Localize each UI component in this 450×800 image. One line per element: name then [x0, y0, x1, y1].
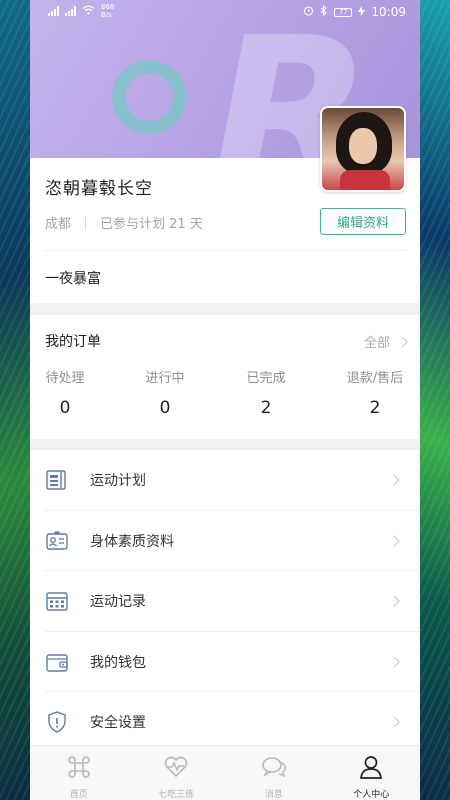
chevron-right-icon — [388, 595, 400, 607]
orders-all-label: 全部 — [363, 336, 390, 351]
profile-meta: 成都 已参与计划 21 天 — [45, 213, 203, 232]
wallet-icon — [45, 650, 69, 674]
edit-profile-button[interactable]: 编辑资料 — [320, 208, 406, 235]
calendar-icon — [45, 589, 69, 613]
wallpaper-right — [420, 0, 450, 800]
id-card-icon — [45, 529, 69, 553]
orders-title: 我的订单 — [45, 334, 101, 350]
order-stat-completed[interactable]: 已完成 2 — [231, 367, 301, 418]
chevron-right-icon — [388, 716, 400, 728]
order-stat-label: 退款/售后 — [346, 371, 404, 386]
settings-menu: 运动计划 身体素质资料 运动记录 我的钱包 安全设置 — [30, 450, 420, 753]
menu-item-security-settings[interactable]: 安全设置 — [30, 692, 420, 753]
chevron-right-icon — [388, 535, 400, 547]
clock-time: 10:09 — [371, 5, 406, 19]
tab-label: 七吃三练 — [158, 790, 195, 800]
order-stat-refund[interactable]: 退款/售后 2 — [340, 367, 410, 418]
status-bar: 868 B/s 77 10:09 — [30, 0, 420, 24]
orders-section: 我的订单 全部 待处理 0 进行中 0 已完成 2 退款/售后 2 — [30, 315, 420, 439]
order-stat-count: 0 — [159, 398, 171, 418]
chevron-right-icon — [388, 474, 400, 486]
shield-icon — [45, 710, 69, 734]
network-speed: 868 B/s — [101, 3, 115, 19]
signal-icon — [48, 6, 59, 16]
menu-item-exercise-plan[interactable]: 运动计划 — [30, 450, 420, 511]
signature-text: 一夜暴富 — [45, 271, 101, 287]
wallpaper-left — [0, 0, 30, 800]
tab-home[interactable]: 首页 — [30, 746, 128, 800]
menu-item-exercise-records[interactable]: 运动记录 — [30, 571, 420, 632]
tab-label: 个人中心 — [353, 790, 390, 800]
order-stat-label: 待处理 — [45, 371, 85, 386]
menu-item-label: 运动计划 — [90, 473, 146, 490]
menu-item-label: 安全设置 — [90, 715, 146, 732]
app-screen: R 868 B/s 77 10:09 恣朝暮毂长空 成都 已参与计划 21 天 … — [30, 0, 420, 800]
menu-item-label: 身体素质资料 — [90, 533, 174, 550]
city-label: 成都 — [45, 217, 72, 232]
plan-icon — [45, 468, 69, 492]
divider — [45, 250, 405, 251]
chevron-right-icon — [396, 335, 408, 348]
menu-item-label: 我的钱包 — [90, 654, 146, 671]
bluetooth-icon — [320, 4, 328, 19]
alarm-icon — [303, 5, 314, 19]
order-stat-count: 2 — [260, 398, 272, 418]
menu-item-label: 运动记录 — [90, 594, 146, 611]
orders-all-link[interactable]: 全部 — [363, 332, 408, 351]
banner-ring-decoration — [112, 60, 186, 134]
tab-diet-training[interactable]: 七吃三练 — [128, 746, 226, 800]
order-stat-label: 已完成 — [246, 371, 286, 386]
chat-icon — [260, 753, 288, 785]
avatar[interactable] — [320, 106, 406, 192]
menu-item-fitness-profile[interactable]: 身体素质资料 — [30, 511, 420, 571]
username: 恣朝暮毂长空 — [45, 179, 153, 199]
charging-icon — [358, 5, 366, 19]
order-stat-count: 0 — [59, 398, 71, 418]
menu-item-wallet[interactable]: 我的钱包 — [30, 632, 420, 692]
tab-label: 消息 — [264, 790, 283, 800]
plan-days-label: 已参与计划 21 天 — [100, 217, 203, 232]
order-stat-pending[interactable]: 待处理 0 — [30, 367, 100, 418]
signal-icon-2 — [65, 6, 76, 16]
battery-icon: 77 — [334, 7, 353, 17]
tab-profile[interactable]: 个人中心 — [323, 746, 421, 800]
order-stat-label: 进行中 — [145, 371, 185, 386]
tab-label: 首页 — [69, 790, 88, 800]
chevron-right-icon — [388, 656, 400, 668]
tab-messages[interactable]: 消息 — [225, 746, 323, 800]
command-icon — [65, 753, 93, 785]
heartbeat-icon — [162, 753, 190, 785]
bottom-tab-bar: 首页 七吃三练 消息 个人中心 — [30, 745, 420, 800]
person-icon — [357, 753, 385, 785]
wifi-icon — [82, 5, 95, 18]
meta-divider — [85, 215, 87, 230]
order-stat-in-progress[interactable]: 进行中 0 — [130, 367, 200, 418]
order-stat-count: 2 — [369, 398, 381, 418]
